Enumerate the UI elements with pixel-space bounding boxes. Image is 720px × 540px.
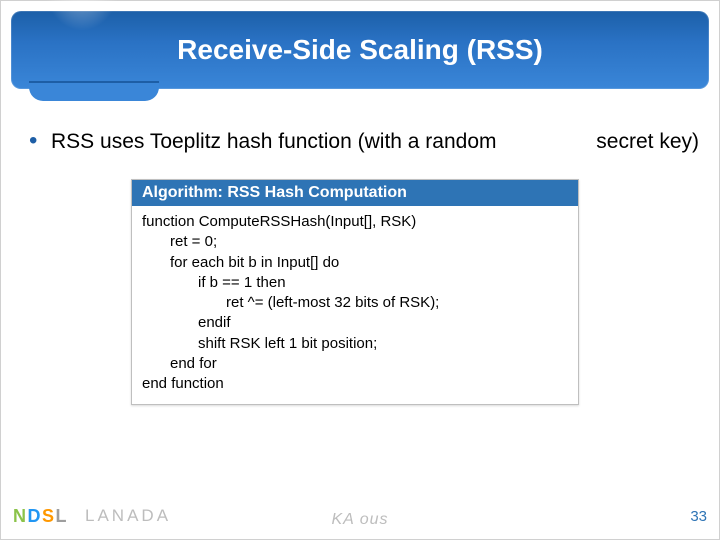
bullet-row: • RSS uses Toeplitz hash function (with … <box>29 129 699 154</box>
algorithm-box: Algorithm: RSS Hash Computation function… <box>131 179 579 405</box>
slide: Receive-Side Scaling (RSS) • RSS uses To… <box>0 0 720 540</box>
algo-line: ret ^= (left-most 32 bits of RSK); <box>142 293 568 313</box>
logo-ndsl-n: N <box>13 506 27 527</box>
logo-ndsl: N D S L <box>13 506 67 527</box>
footer: N D S L LANADA KA ous 33 <box>13 501 707 531</box>
bullet-text-left: RSS uses Toeplitz hash function (with a … <box>51 130 497 154</box>
algorithm-body: function ComputeRSSHash(Input[], RSK) re… <box>132 206 578 404</box>
algo-line: shift RSK left 1 bit position; <box>142 334 568 354</box>
logo-lanada: LANADA <box>85 506 171 526</box>
bullet-text-right: secret key) <box>596 130 699 154</box>
algo-line: for each bit b in Input[] do <box>142 253 568 273</box>
algo-line: endif <box>142 313 568 333</box>
algo-line: end function <box>142 374 568 394</box>
slide-title: Receive-Side Scaling (RSS) <box>177 34 543 66</box>
logo-center: KA ous <box>332 511 389 529</box>
algorithm-header: Algorithm: RSS Hash Computation <box>132 180 578 206</box>
highlight-glow <box>43 0 121 31</box>
logo-ndsl-s: S <box>42 506 55 527</box>
slide-title-bar: Receive-Side Scaling (RSS) <box>11 11 709 89</box>
logo-ndsl-d: D <box>28 506 42 527</box>
logo-ndsl-l: L <box>56 506 68 527</box>
page-number: 33 <box>690 508 707 525</box>
title-tab-decor <box>29 81 159 101</box>
algo-line: if b == 1 then <box>142 273 568 293</box>
algo-line: end for <box>142 354 568 374</box>
bullet-icon: • <box>29 129 51 153</box>
algo-line: function ComputeRSSHash(Input[], RSK) <box>142 212 568 232</box>
algo-line: ret = 0; <box>142 232 568 252</box>
